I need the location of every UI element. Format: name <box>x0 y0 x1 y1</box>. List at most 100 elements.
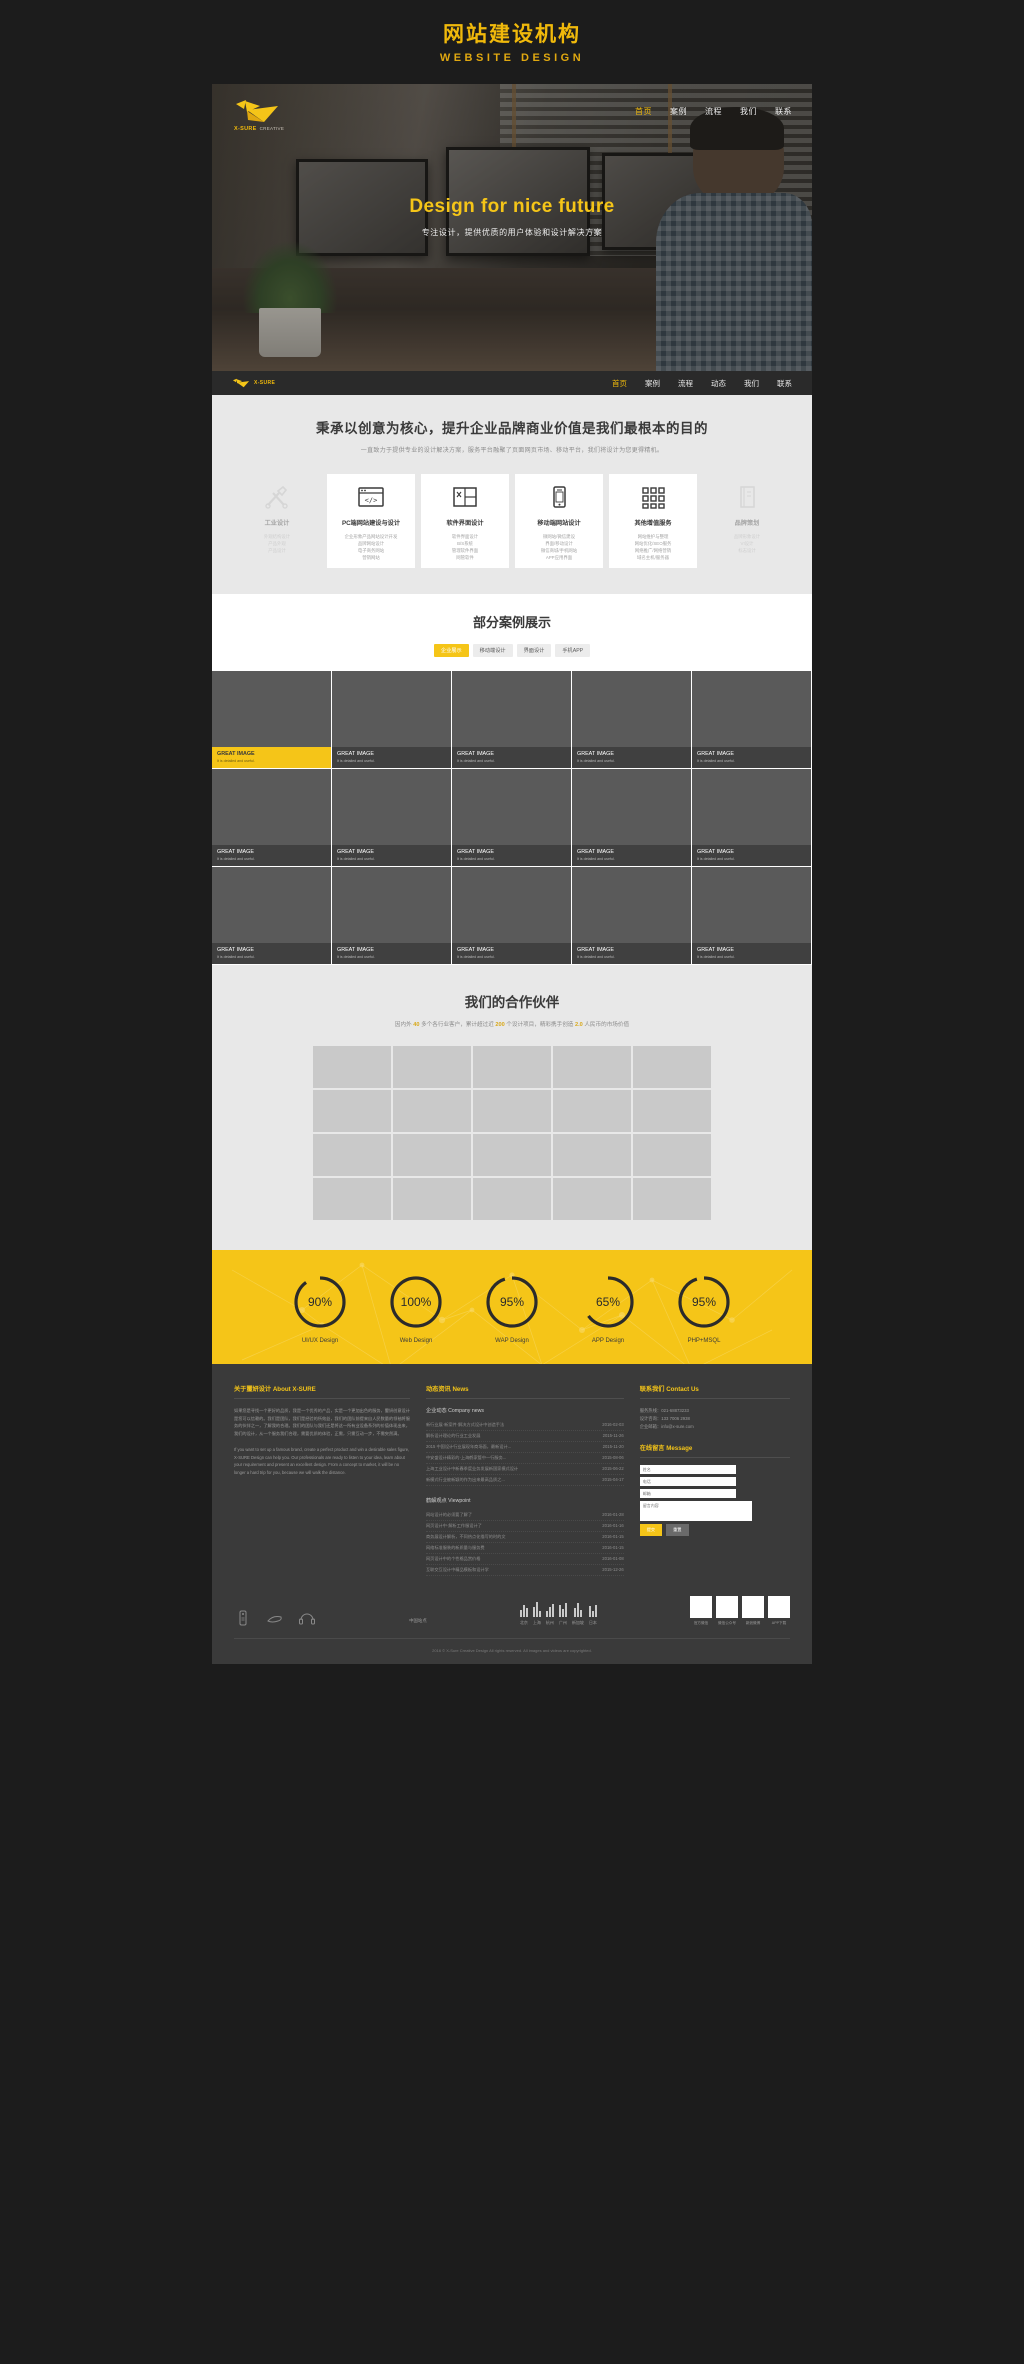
partner-logo[interactable] <box>553 1178 631 1220</box>
partner-logo[interactable] <box>393 1046 471 1088</box>
navbar-menu[interactable]: 首页 案例 流程 动态 我们 联系 <box>612 378 792 389</box>
case-item[interactable]: GREAT IMAGE It is detailed and useful. <box>332 671 452 769</box>
news-item[interactable]: 网页设计中·解析工作服设计了 2016-01-16 <box>425 1521 624 1532</box>
hero-nav-item-4[interactable]: 联系 <box>775 106 792 117</box>
navbar-logo[interactable]: X-SURE <box>232 378 275 388</box>
partner-logo[interactable] <box>473 1178 551 1220</box>
reset-button[interactable]: 重置 <box>666 1524 689 1536</box>
case-item[interactable]: GREAT IMAGE It is detailed and useful. <box>452 867 572 965</box>
service-card-value-added[interactable]: 其他增值服务 网站维护与整理 网站优化/SEO服务 网络推广/网络营销 域名主机… <box>609 474 697 568</box>
partner-logo[interactable] <box>473 1046 551 1088</box>
news-item[interactable]: 上海工业设计中新春季度业务发展新国家模式设计 2015-06-22 <box>425 1464 624 1475</box>
partner-logo[interactable] <box>473 1090 551 1132</box>
news-item[interactable]: 网站设计的必须要了解了 2016-01-28 <box>425 1510 624 1521</box>
news-item[interactable]: 新模式行业被新颖的作为出来最高品质之... 2015-04-17 <box>425 1475 624 1486</box>
news-item[interactable]: 商务展设计解析，不同热点化描写的时的文 2016-01-15 <box>425 1532 624 1543</box>
partner-logo[interactable] <box>553 1134 631 1176</box>
case-item[interactable]: GREAT IMAGE It is detailed and useful. <box>692 671 812 769</box>
viewpoint-block: 鹤解观点 Viewpoint 网站设计的必须要了解了 2016-01-28 网页… <box>425 1497 624 1576</box>
partner-logo[interactable] <box>553 1046 631 1088</box>
service-line: 营销网站 <box>362 555 380 560</box>
news-item[interactable]: 2015 中国设计行业展现年商场面，最新设计... 2015-11-20 <box>425 1442 624 1453</box>
case-item[interactable]: GREAT IMAGE It is detailed and useful. <box>212 769 332 867</box>
footer-about-text-cn: 如果您是寻找一个更好的品质，我是一个优秀的产品，实是一个更加出色的服务，璽妍创意… <box>234 1408 410 1436</box>
service-card-pc-website[interactable]: </> PC端网站建设与设计 企业形象产品网站设计开发 品牌网站设计 电子商务网… <box>327 474 415 568</box>
hero-nav-item-3[interactable]: 我们 <box>740 106 757 117</box>
case-tab-1[interactable]: 移动端设计 <box>472 644 513 657</box>
service-line: 产品外观 <box>268 541 286 546</box>
partner-logo[interactable] <box>553 1090 631 1132</box>
service-card-branding[interactable]: 品牌策划 品牌形象设计 VI设计 标志设计 <box>703 474 791 568</box>
message-form-heading: 在线留言 Message <box>639 1443 790 1458</box>
hero-nav-item-0[interactable]: 首页 <box>635 106 652 117</box>
news-item[interactable]: 网页设计中的个性格品赏价格 2016-01-08 <box>425 1554 624 1565</box>
news-item[interactable]: 新行业展·新案件·解决方式设计中创造手法 2016-02-03 <box>425 1420 624 1431</box>
partner-logo[interactable] <box>313 1090 391 1132</box>
navbar-item-4[interactable]: 我们 <box>744 378 759 389</box>
city-item: 日本 <box>588 1602 597 1626</box>
case-item[interactable]: GREAT IMAGE It is detailed and useful. <box>452 769 572 867</box>
case-item[interactable]: GREAT IMAGE It is detailed and useful. <box>572 671 692 769</box>
qr-item[interactable]: 新浪微博 <box>742 1596 764 1626</box>
phone-field[interactable] <box>639 1477 736 1486</box>
case-desc: It is detailed and useful. <box>457 759 495 763</box>
case-tab-0[interactable]: 企业展示 <box>433 644 469 657</box>
news-item[interactable]: 解析设计理论的行业工业发展 2015-11-26 <box>425 1431 624 1442</box>
case-item[interactable]: GREAT IMAGE It is detailed and useful. <box>332 769 452 867</box>
origami-bird-icon <box>232 378 250 388</box>
service-line: 产品设计 <box>268 548 286 553</box>
partner-logo[interactable] <box>633 1134 711 1176</box>
partner-logo[interactable] <box>393 1090 471 1132</box>
news-item[interactable]: 网络标准服装的新质量与服务费 2016-01-15 <box>425 1543 624 1554</box>
hero-nav[interactable]: 首页 案例 流程 我们 联系 <box>635 106 792 117</box>
case-item[interactable]: GREAT IMAGE It is detailed and useful. <box>692 769 812 867</box>
service-card-industrial-design[interactable]: 工业设计 外观结构设计 产品外观 产品设计 <box>233 474 321 568</box>
news-item[interactable]: 中安盛设计精彩的·上海鹤家管中一行服务... 2015-08-06 <box>425 1453 624 1464</box>
case-item[interactable]: GREAT IMAGE It is detailed and useful. <box>212 867 332 965</box>
qr-code-image <box>690 1596 712 1618</box>
partner-logo[interactable] <box>313 1134 391 1176</box>
email-field[interactable] <box>639 1489 736 1498</box>
case-item[interactable]: GREAT IMAGE It is detailed and useful. <box>572 867 692 965</box>
hero-nav-item-2[interactable]: 流程 <box>705 106 722 117</box>
case-item[interactable]: GREAT IMAGE It is detailed and useful. <box>212 671 332 769</box>
qr-item[interactable]: 官方微信 <box>690 1596 712 1626</box>
navbar-item-3[interactable]: 动态 <box>711 378 726 389</box>
partner-logo[interactable] <box>313 1178 391 1220</box>
service-title: 移动端网站设计 <box>537 520 581 527</box>
partner-logo[interactable] <box>393 1178 471 1220</box>
navbar-item-0[interactable]: 首页 <box>612 378 627 389</box>
hero-nav-item-1[interactable]: 案例 <box>670 106 687 117</box>
partner-logo[interactable] <box>473 1134 551 1176</box>
case-tab-2[interactable]: 界面设计 <box>516 644 552 657</box>
service-line: 管理软件界面 <box>451 548 479 553</box>
news-item[interactable]: 互联交互设计中精品模板和设计学 2015-12-26 <box>425 1565 624 1576</box>
navbar-item-2[interactable]: 流程 <box>678 378 693 389</box>
qr-item[interactable]: APP下载 <box>768 1596 790 1626</box>
partner-logo[interactable] <box>393 1134 471 1176</box>
stat-label: APP Design <box>591 1338 625 1344</box>
navbar-item-5[interactable]: 联系 <box>777 378 792 389</box>
service-title: 工业设计 <box>264 520 290 527</box>
case-tab-3[interactable]: 手机APP <box>555 644 591 657</box>
submit-button[interactable]: 提交 <box>639 1524 663 1536</box>
qr-item[interactable]: 微信公众号 <box>716 1596 738 1626</box>
hero-subline: 专注设计，提供优质的用户体验和设计解决方案 <box>421 228 603 237</box>
name-field[interactable] <box>639 1465 736 1474</box>
case-item[interactable]: GREAT IMAGE It is detailed and useful. <box>572 769 692 867</box>
city-name: 杭州 <box>545 1620 554 1625</box>
service-card-software-ui[interactable]: 软件界面设计 软件界面设计 B/S系统 管理软件界面 网管软件 <box>421 474 509 568</box>
case-item[interactable]: GREAT IMAGE It is detailed and useful. <box>332 867 452 965</box>
partner-logo[interactable] <box>633 1090 711 1132</box>
service-card-mobile-website[interactable]: 移动端网站设计 微网站/微信建设 界面/移动设计 微信商城/手机网站 APP应用… <box>515 474 603 568</box>
hero-logo[interactable]: X-SURE CREATIVE <box>234 98 306 132</box>
services-heading: 秉承以创意为核心，提升企业品牌商业价值是我们最根本的目的 <box>316 421 708 436</box>
partner-logo[interactable] <box>633 1178 711 1220</box>
case-item[interactable]: GREAT IMAGE It is detailed and useful. <box>692 867 812 965</box>
partner-logo[interactable] <box>313 1046 391 1088</box>
footer-qr-codes: 官方微信 微信公众号 新浪微博 APP下载 <box>690 1596 790 1626</box>
case-item[interactable]: GREAT IMAGE It is detailed and useful. <box>452 671 572 769</box>
message-textarea[interactable] <box>639 1501 752 1521</box>
navbar-item-1[interactable]: 案例 <box>645 378 660 389</box>
partner-logo[interactable] <box>633 1046 711 1088</box>
